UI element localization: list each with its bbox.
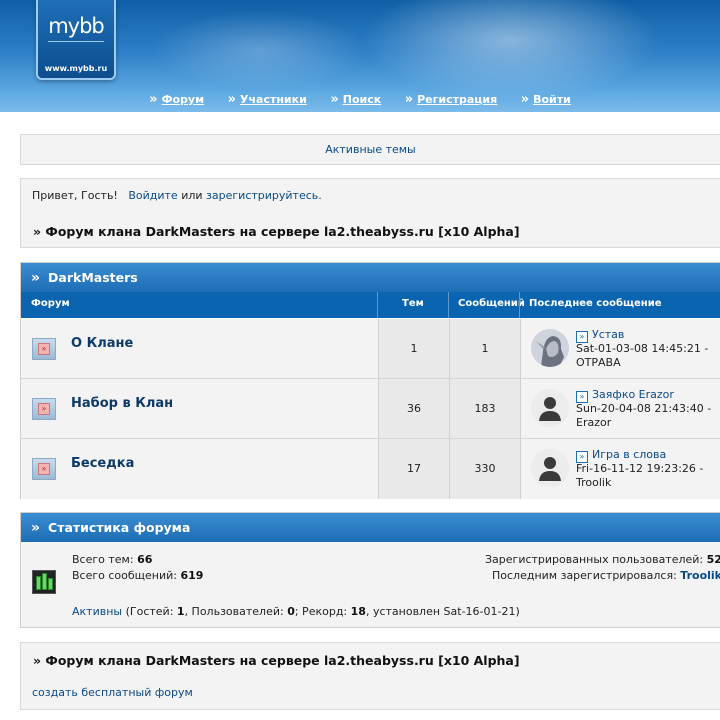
active-topics-bar: Активные темы	[20, 134, 720, 165]
site-logo[interactable]: mybb www.mybb.ru	[36, 0, 116, 80]
posts-count: 330	[449, 439, 520, 499]
stats-title: Статистика форума	[48, 520, 191, 535]
last-topic: » Игра в слова	[576, 448, 666, 463]
forum-folder-icon: »	[32, 338, 56, 360]
last-registered-user-link[interactable]: Troolik	[680, 569, 720, 582]
last-post-meta: Sat-01-03-08 14:45:21 - ОТРАВА	[576, 342, 720, 370]
double-chevron-icon: »	[31, 520, 41, 536]
stat-total-topics: Всего тем: 66	[72, 553, 153, 566]
forum-cell: » Набор в Клан	[21, 379, 378, 439]
last-topic-link[interactable]: Заяфко Erazor	[592, 388, 674, 401]
avatar[interactable]	[531, 329, 569, 367]
online-users-link[interactable]: Активны	[72, 605, 122, 618]
forum-cell: » О Клане	[21, 319, 378, 379]
guest-greeting: Привет, Гость! Войдите или зарегистрируй…	[32, 189, 322, 202]
col-last-post: Последнее сообщение	[529, 298, 662, 309]
forum-folder-icon: »	[32, 398, 56, 420]
double-chevron-icon: »	[149, 92, 158, 107]
last-post-meta: Sun-20-04-08 21:43:40 - Erazor	[576, 402, 720, 430]
posts-count: 1	[449, 319, 520, 379]
col-divider	[377, 292, 378, 318]
category-header[interactable]: » DarkMasters	[21, 263, 720, 292]
last-post-cell: » Заяфко Erazor Sun-20-04-08 21:43:40 - E…	[520, 379, 720, 439]
double-chevron-icon: »	[404, 92, 414, 107]
footer-box: » Форум клана DarkMasters на сервере la2…	[20, 642, 720, 710]
footer-forum-title: » Форум клана DarkMasters на сервере la2…	[33, 653, 520, 668]
last-post-date: Fri-16-11-12 19:23:26 -	[576, 462, 704, 475]
greeting-box: Привет, Гость! Войдите или зарегистрируй…	[20, 178, 720, 248]
last-topic: » Заяфко Erazor	[576, 388, 674, 403]
table-row: » Беседка 17 330 » Игра в слова Fri-16-11…	[21, 438, 720, 499]
double-chevron-icon: »	[227, 92, 236, 107]
double-chevron-icon: »	[330, 92, 339, 107]
greeting-text: Привет, Гость!	[32, 189, 118, 202]
last-topic-link[interactable]: Игра в слова	[592, 448, 666, 461]
nav-forum[interactable]: » Форум	[149, 92, 204, 107]
logo-divider	[48, 41, 104, 42]
main-navigation: » Форум » Участники » Поиск » Регистрация » В…	[0, 92, 720, 112]
register-link[interactable]: зарегистрируйтесь.	[206, 189, 322, 202]
header-glow	[360, 0, 660, 100]
greeting-or: или	[181, 189, 203, 202]
last-post-cell: » Игра в слова Fri-16-11-12 19:23:26 - Tr…	[520, 439, 720, 499]
forum-statistics: » Статистика форума Всего тем: 66 Всего с…	[20, 512, 720, 628]
col-topics: Тем	[402, 298, 424, 309]
last-topic-link[interactable]: Устав	[592, 328, 624, 341]
col-divider	[519, 292, 520, 318]
forum-link[interactable]: Набор в Клан	[71, 396, 173, 411]
stat-registered-users: Зарегистрированных пользователей: 52	[485, 553, 720, 566]
nav-search[interactable]: » Поиск	[330, 92, 381, 107]
category-darkmasters: » DarkMasters Форум Тем Сообщений Последн…	[20, 262, 720, 499]
login-link[interactable]: Войдите	[128, 189, 177, 202]
table-row: » О Клане 1 1 » Устав Sat-01-03-08 14:45:…	[21, 318, 720, 379]
col-divider	[448, 292, 449, 318]
forum-cell: » Беседка	[21, 439, 378, 499]
last-post-date: Sat-01-03-08 14:45:21 -	[576, 342, 709, 355]
table-header: Форум Тем Сообщений Последнее сообщение	[21, 292, 720, 318]
nav-login[interactable]: » Войти	[521, 92, 571, 107]
logo-url: www.mybb.ru	[44, 64, 108, 73]
last-topic: » Устав	[576, 328, 624, 343]
forum-link[interactable]: О Клане	[71, 336, 133, 351]
header-glow-secondary	[150, 10, 370, 90]
avatar[interactable]	[531, 449, 569, 487]
create-forum-link[interactable]: создать бесплатный форум	[32, 686, 193, 699]
last-post-author: ОТРАВА	[576, 356, 621, 369]
stats-chart-icon	[32, 570, 56, 594]
topics-count: 17	[378, 439, 449, 499]
last-post-meta: Fri-16-11-12 19:23:26 - Troolik	[576, 462, 720, 490]
posts-count: 183	[449, 379, 520, 439]
forum-title: » Форум клана DarkMasters на сервере la2…	[33, 224, 520, 239]
category-title: DarkMasters	[48, 270, 138, 285]
col-forum: Форум	[31, 298, 70, 309]
avatar[interactable]	[531, 389, 569, 427]
double-chevron-icon: »	[520, 92, 530, 107]
col-posts: Сообщений	[458, 298, 525, 309]
double-chevron-icon: »	[31, 270, 41, 286]
last-post-author: Troolik	[576, 476, 612, 489]
active-topics-link[interactable]: Активные темы	[325, 143, 416, 156]
last-post-author: Erazor	[576, 416, 612, 429]
last-post-date: Sun-20-04-08 21:43:40 -	[576, 402, 712, 415]
nav-register[interactable]: » Регистрация	[405, 92, 498, 107]
site-header: mybb www.mybb.ru » Форум » Участники » Поис…	[0, 0, 720, 112]
stats-header: » Статистика форума	[21, 513, 720, 542]
logo-text: mybb	[48, 14, 105, 38]
table-row: » Набор в Клан 36 183 » Заяфко Erazor Sun…	[21, 378, 720, 439]
stat-total-posts: Всего сообщений: 619	[72, 569, 204, 582]
topics-count: 1	[378, 319, 449, 379]
nav-members[interactable]: » Участники	[228, 92, 307, 107]
forum-link[interactable]: Беседка	[71, 456, 134, 471]
stat-last-registered: Последним зарегистрировался: Troolik	[492, 569, 720, 582]
topics-count: 36	[378, 379, 449, 439]
stat-online: Активны (Гостей: 1, Пользователей: 0; Ре…	[72, 605, 520, 618]
last-post-cell: » Устав Sat-01-03-08 14:45:21 - ОТРАВА	[520, 319, 720, 379]
forum-folder-icon: »	[32, 458, 56, 480]
